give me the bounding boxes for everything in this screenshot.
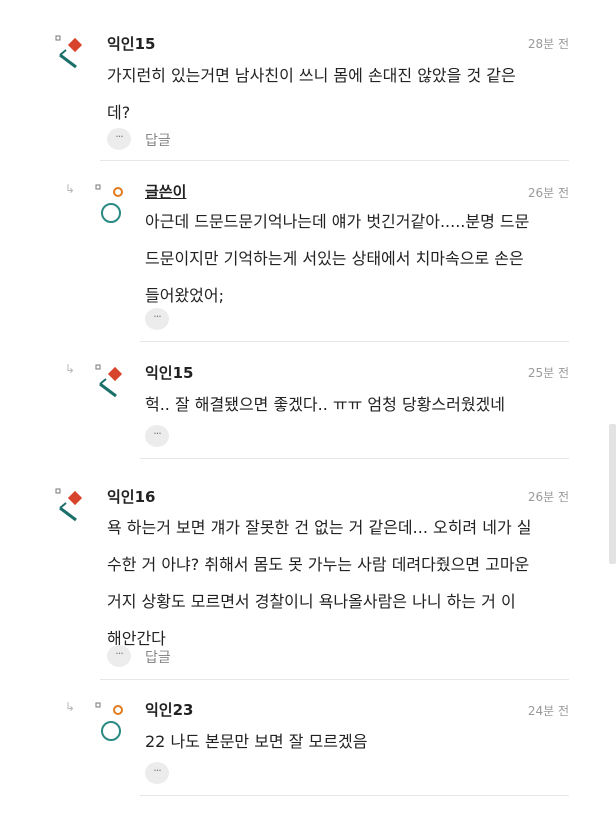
comment-divider [140, 795, 569, 796]
comment-text: 22 나도 본문만 보면 잘 모르겠음 [145, 732, 368, 751]
reply-arrow-icon: ↳ [65, 700, 76, 714]
comment-timestamp: 24분 전 [527, 704, 569, 718]
reply-comment-item: ↳ 익인23 24분 전 22 나도 본문만 보면 잘 모르겠음 ··· [0, 0, 616, 800]
scrollbar-thumb[interactable] [609, 424, 616, 564]
comment-author-name[interactable]: 익인23 [145, 699, 193, 720]
circle-avatar-icon [95, 702, 123, 741]
more-options-button[interactable]: ··· [145, 762, 169, 784]
